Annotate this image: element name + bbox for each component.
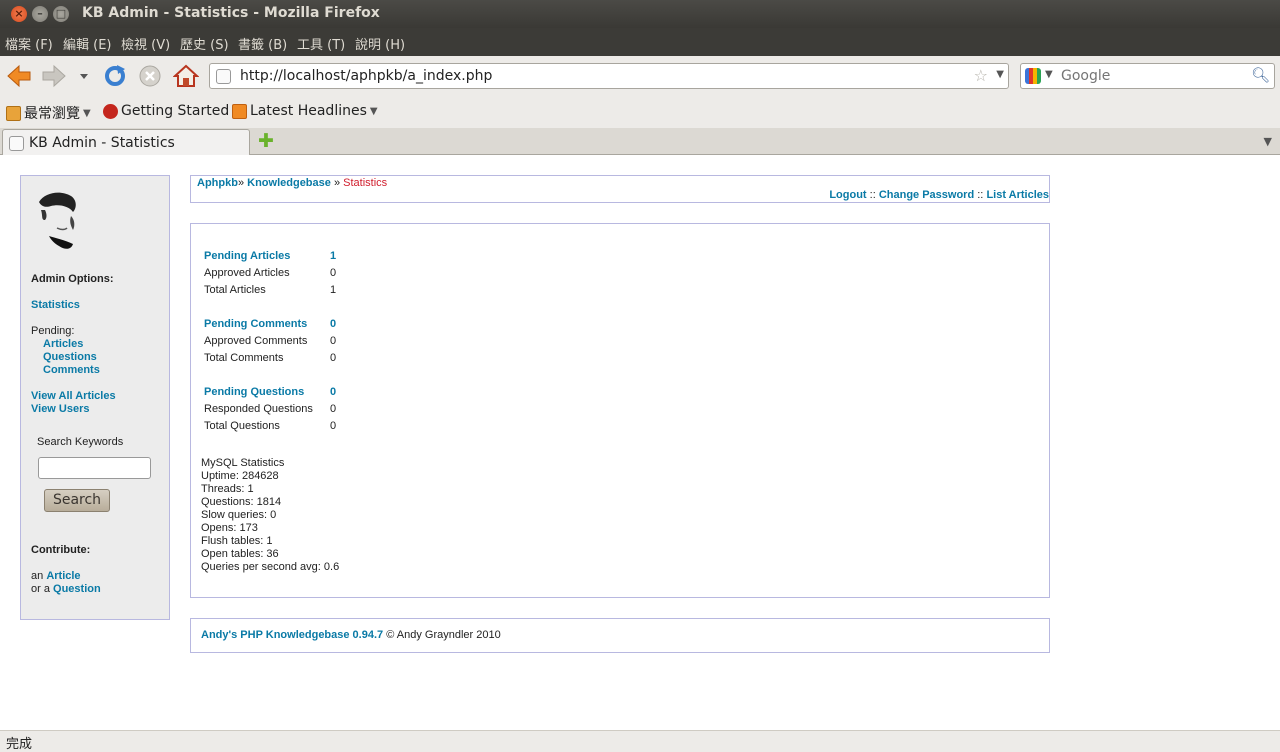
pending-comments-link[interactable]: Pending Comments 0 [204, 318, 336, 330]
pending-articles-count: 1 [330, 250, 337, 262]
url-text[interactable]: http://localhost/aphpkb/a_index.php [240, 68, 492, 84]
web-search-input[interactable] [1061, 65, 1251, 87]
mysql-statistics: MySQL Statistics Uptime: 284628 Threads:… [201, 457, 340, 573]
sidebar-link-view-all-articles[interactable]: View All Articles [31, 390, 116, 402]
contribute-question-line: or a Question [31, 583, 101, 595]
tab-title: KB Admin - Statistics [29, 135, 175, 151]
contribute-article-link[interactable]: Article [46, 570, 80, 582]
approved-articles-row: Approved Articles 0 [204, 267, 337, 279]
search-icon[interactable]: 🔍︎ [1251, 66, 1270, 84]
url-bar[interactable]: http://localhost/aphpkb/a_index.php ☆ ▼ [209, 63, 1009, 89]
pending-questions-count: 0 [330, 386, 337, 398]
rss-feed-icon [232, 103, 247, 119]
admin-options-heading: Admin Options: [31, 273, 114, 285]
status-bar: 完成 [0, 730, 1280, 752]
menu-edit[interactable]: 編輯 (E) [63, 34, 112, 53]
sidebar-link-statistics[interactable]: Statistics [31, 299, 80, 311]
folder-icon [6, 105, 21, 121]
change-password-link[interactable]: Change Password [879, 189, 974, 201]
pending-articles-link[interactable]: Pending Articles 1 [204, 250, 336, 262]
stop-icon[interactable] [138, 64, 162, 88]
breadcrumb-bar: Aphpkb» Knowledgebase » Statistics Logou… [190, 175, 1050, 203]
approved-comments-row: Approved Comments 0 [204, 335, 337, 347]
url-dropdown-icon[interactable]: ▼ [996, 69, 1004, 80]
contribute-article-line: an Article [31, 570, 81, 582]
site-favicon-icon [9, 136, 24, 151]
bookmark-latest-headlines[interactable]: Latest Headlines ▼ [232, 103, 378, 119]
window-close-icon[interactable]: × [11, 6, 27, 22]
tab-bar: KB Admin - Statistics ✚ ▼ [0, 128, 1280, 156]
total-comments-row: Total Comments 0 [204, 352, 337, 364]
breadcrumb: Aphpkb» Knowledgebase » Statistics [197, 177, 388, 189]
bookmark-star-icon[interactable]: ☆ [974, 66, 988, 85]
menu-tools[interactable]: 工具 (T) [297, 34, 345, 53]
menu-view[interactable]: 檢視 (V) [121, 34, 170, 53]
tab-kb-admin-statistics[interactable]: KB Admin - Statistics [2, 129, 250, 156]
window-minimize-icon[interactable]: – [32, 6, 48, 22]
new-tab-plus-icon[interactable]: ✚ [258, 132, 274, 151]
sidebar-link-view-users[interactable]: View Users [31, 403, 90, 415]
search-keywords-label: Search Keywords [37, 436, 124, 448]
window-title: KB Admin - Statistics - Mozilla Firefox [82, 5, 380, 21]
menu-history[interactable]: 歷史 (S) [180, 34, 229, 53]
logout-link[interactable]: Logout [829, 189, 866, 201]
total-articles-row: Total Articles 1 [204, 284, 337, 296]
menu-help[interactable]: 說明 (H) [355, 34, 405, 53]
status-text: 完成 [6, 737, 33, 752]
breadcrumb-current: Statistics [343, 177, 388, 189]
breadcrumb-aphpkb[interactable]: Aphpkb [197, 177, 238, 189]
admin-sidebar: Admin Options: Statistics Pending: Artic… [20, 175, 170, 620]
menu-bar: 檔案 (F) 編輯 (E) 檢視 (V) 歷史 (S) 書籤 (B) 工具 (T… [0, 28, 1280, 56]
history-dropdown-icon[interactable] [78, 64, 90, 88]
web-search-box[interactable]: ▼ 🔍︎ [1020, 63, 1275, 89]
contribute-heading: Contribute: [31, 544, 91, 556]
contribute-question-link[interactable]: Question [53, 583, 101, 595]
responded-questions-row: Responded Questions 0 [204, 403, 337, 415]
bookmark-most-visited[interactable]: 最常瀏覽 ▼ [6, 103, 91, 123]
window-maximize-icon[interactable]: □ [53, 6, 69, 22]
google-logo-icon[interactable] [1025, 68, 1041, 84]
redhat-icon [103, 103, 118, 119]
footer-kb-link[interactable]: Andy's PHP Knowledgebase 0.94.7 [201, 629, 383, 641]
menu-bookmarks[interactable]: 書籤 (B) [238, 34, 287, 53]
avatar [39, 192, 76, 249]
list-articles-link[interactable]: List Articles [986, 189, 1049, 201]
reload-icon[interactable] [103, 64, 127, 88]
page-footer: Andy's PHP Knowledgebase 0.94.7 © Andy G… [190, 618, 1050, 653]
footer-copyright: © Andy Grayndler 2010 [386, 629, 501, 641]
bookmarks-toolbar: 最常瀏覽 ▼ Getting Started Latest Headlines … [0, 96, 1280, 128]
forward-arrow-icon[interactable] [41, 64, 67, 88]
tab-list-dropdown-icon[interactable]: ▼ [1264, 135, 1272, 148]
pending-label: Pending: [31, 325, 75, 337]
home-icon[interactable] [173, 64, 199, 88]
search-engine-dropdown-icon[interactable]: ▼ [1045, 69, 1053, 80]
window-titlebar: × – □ KB Admin - Statistics - Mozilla Fi… [0, 0, 1280, 28]
sidebar-link-pending-articles[interactable]: Articles [43, 338, 83, 350]
back-arrow-icon[interactable] [6, 64, 32, 88]
page-content: Admin Options: Statistics Pending: Artic… [0, 155, 1280, 730]
sidebar-link-pending-questions[interactable]: Questions [43, 351, 97, 363]
menu-file[interactable]: 檔案 (F) [5, 34, 53, 53]
sidebar-link-pending-comments[interactable]: Comments [43, 364, 100, 376]
statistics-panel: Pending Articles 1 Approved Articles 0 T… [190, 223, 1050, 598]
pending-questions-link[interactable]: Pending Questions 0 [204, 386, 336, 398]
search-keywords-input[interactable] [38, 457, 151, 479]
breadcrumb-knowledgebase[interactable]: Knowledgebase [247, 177, 331, 189]
chevron-down-icon: ▼ [83, 107, 91, 119]
search-button[interactable]: Search [44, 489, 110, 512]
pending-comments-count: 0 [330, 318, 337, 330]
site-favicon-icon [216, 69, 231, 84]
top-links: Logout :: Change Password :: List Articl… [829, 189, 1049, 201]
bookmark-getting-started[interactable]: Getting Started [103, 103, 229, 119]
total-questions-row: Total Questions 0 [204, 420, 337, 432]
chevron-down-icon: ▼ [369, 105, 378, 117]
